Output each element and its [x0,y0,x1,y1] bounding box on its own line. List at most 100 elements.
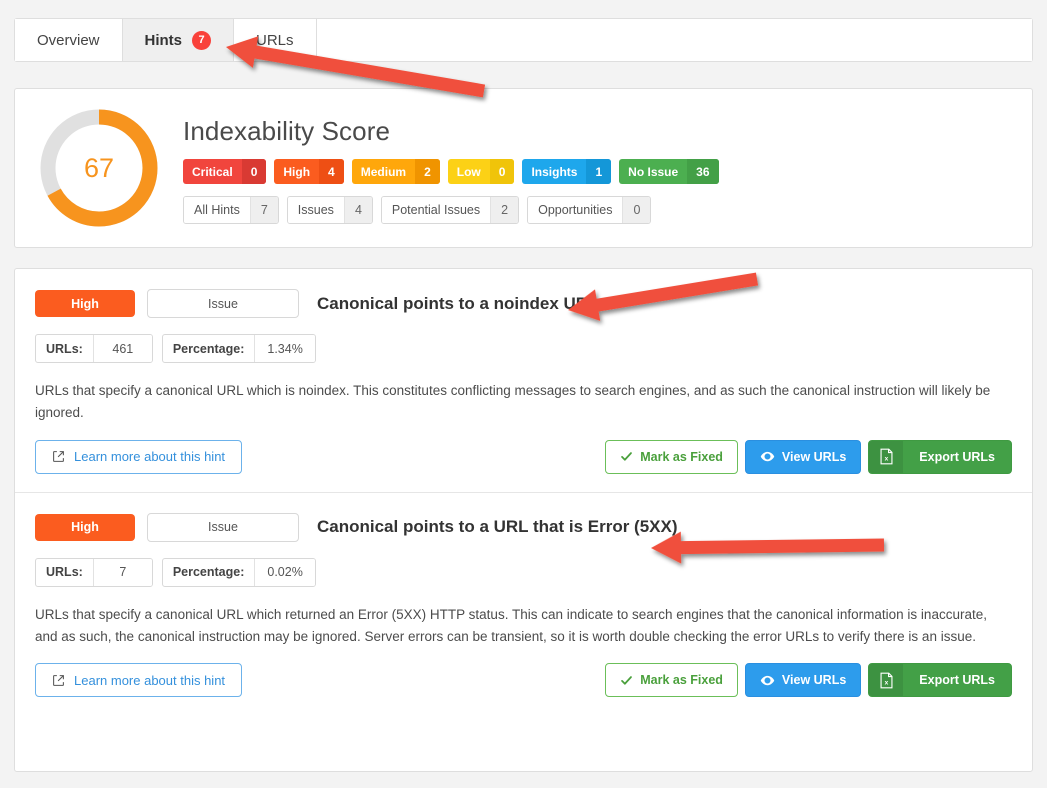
filter-chip-potential-issues[interactable]: Potential Issues 2 [380,196,520,224]
hint-header: High Issue Canonical points to a URL tha… [35,512,1012,542]
svg-text:x: x [884,455,888,462]
excel-file-icon: x [869,440,904,473]
mark-as-fixed-label: Mark as Fixed [640,673,723,688]
mark-as-fixed-button[interactable]: Mark as Fixed [605,663,738,698]
severity-badge-low-label: Low [456,164,481,179]
hint-title: Canonical points to a noindex URL [317,293,599,313]
tab-hints[interactable]: Hints 7 [122,19,235,61]
hint-severity-pill[interactable]: High [35,290,135,317]
hint-item: High Issue Canonical points to a noindex… [15,269,1032,492]
hint-percentage-value: 0.02% [254,558,315,586]
hint-percentage-stat: Percentage: 1.34% [161,334,316,363]
hint-urls-stat: URLs: 7 [35,557,153,587]
severity-badge-medium-count: 2 [415,159,440,184]
severity-badge-medium[interactable]: Medium 2 [351,159,440,184]
severity-badge-no-issue-label: No Issue [628,164,679,179]
external-link-icon [52,450,65,463]
hint-urls-label: URLs: [46,341,83,356]
eye-icon [760,449,775,464]
severity-badge-insights-label: Insights [531,164,578,179]
hint-urls-label: URLs: [46,565,83,580]
score-donut-wrap: 67 [15,88,183,248]
filter-chip-potential-issues-count: 2 [490,197,519,223]
score-value: 67 [83,152,115,183]
learn-more-button[interactable]: Learn more about this hint [35,439,243,474]
hint-description: URLs that specify a canonical URL which … [35,383,991,420]
tab-hints-badge: 7 [192,30,212,50]
filter-chip-issues-label: Issues [287,197,344,223]
excel-file-icon: x [869,664,904,697]
hint-urls-value: 461 [92,335,152,362]
filter-chip-all-hints-label: All Hints [184,197,250,223]
page-root: Overview Hints 7 URLs 67 Indexability Sc… [0,0,1047,788]
hint-item: High Issue Canonical points to a URL tha… [15,491,1032,716]
eye-icon [760,673,775,688]
filter-chip-row: All Hints 7 Issues 4 Potential Issues 2 … [183,196,1014,224]
export-urls-button[interactable]: x Export URLs [868,663,1012,698]
severity-badge-no-issue-count: 36 [687,159,719,184]
severity-badge-high-count: 4 [319,159,344,184]
mark-as-fixed-label: Mark as Fixed [640,449,723,464]
score-donut-chart: 67 [37,106,161,230]
hint-actions: Learn more about this hint Mark as Fixed [35,439,1012,474]
filter-chip-issues-count: 4 [343,197,372,223]
view-urls-button[interactable]: View URLs [744,439,862,474]
external-link-icon [52,674,65,687]
hint-urls-value: 7 [92,558,152,586]
filter-chip-issues[interactable]: Issues 4 [286,196,373,224]
severity-badge-critical-label: Critical [192,164,233,179]
hint-percentage-label: Percentage: [172,341,245,356]
filter-chip-potential-issues-label: Potential Issues [381,197,491,223]
severity-badge-row: Critical 0 High 4 Medium 2 Low 0 Insight… [183,159,1014,184]
hint-actions: Learn more about this hint Mark as Fixed [35,663,1012,698]
severity-badge-insights-count: 1 [586,159,612,184]
score-details: Indexability Score Critical 0 High 4 Med… [183,112,1032,224]
svg-text:x: x [884,679,888,686]
filter-chip-opportunities[interactable]: Opportunities 0 [527,196,652,224]
check-icon [620,674,633,687]
export-urls-label: Export URLs [919,673,995,688]
hint-percentage-stat: Percentage: 0.02% [161,557,316,587]
learn-more-label: Learn more about this hint [74,449,226,465]
tab-bar: Overview Hints 7 URLs [14,18,1033,62]
severity-badge-low-count: 0 [489,159,515,184]
severity-badge-no-issue[interactable]: No Issue 36 [619,159,719,184]
hint-stats: URLs: 461 Percentage: 1.34% [35,334,1012,363]
tab-urls-label: URLs [256,31,294,49]
learn-more-button[interactable]: Learn more about this hint [35,663,243,698]
mark-as-fixed-button[interactable]: Mark as Fixed [605,439,738,474]
hint-description: URLs that specify a canonical URL which … [35,606,987,644]
tab-overview[interactable]: Overview [15,19,123,61]
severity-badge-high-label: High [283,164,311,179]
export-urls-button[interactable]: x Export URLs [868,439,1012,474]
tab-bar-filler [316,19,1032,61]
hint-percentage-value: 1.34% [254,335,315,362]
filter-chip-all-hints-count: 7 [249,197,278,223]
export-urls-label: Export URLs [919,449,995,464]
severity-badge-high[interactable]: High 4 [274,159,344,184]
hint-severity-pill[interactable]: High [35,513,135,541]
hint-stats: URLs: 7 Percentage: 0.02% [35,557,1012,587]
filter-chip-opportunities-label: Opportunities [528,197,623,223]
tab-urls[interactable]: URLs [234,19,317,61]
filter-chip-opportunities-count: 0 [622,197,651,223]
hint-type-pill[interactable]: Issue [147,512,299,542]
view-urls-button[interactable]: View URLs [744,663,862,698]
hint-urls-stat: URLs: 461 [35,334,153,363]
tab-overview-label: Overview [37,31,100,49]
view-urls-label: View URLs [781,673,847,688]
severity-badge-low[interactable]: Low 0 [447,159,515,184]
severity-badge-critical[interactable]: Critical 0 [183,159,267,184]
severity-badge-insights[interactable]: Insights 1 [522,159,612,184]
learn-more-label: Learn more about this hint [74,672,226,688]
hint-type-pill[interactable]: Issue [147,289,299,318]
score-title: Indexability Score [183,116,391,146]
filter-chip-all-hints[interactable]: All Hints 7 [183,196,279,224]
hint-title: Canonical points to a URL that is Error … [317,517,678,537]
indexability-score-card: 67 Indexability Score Critical 0 High 4 … [14,88,1033,248]
severity-badge-critical-count: 0 [241,159,267,184]
check-icon [620,450,633,463]
hint-header: High Issue Canonical points to a noindex… [35,289,1012,318]
view-urls-label: View URLs [781,449,847,464]
hint-percentage-label: Percentage: [172,565,245,580]
